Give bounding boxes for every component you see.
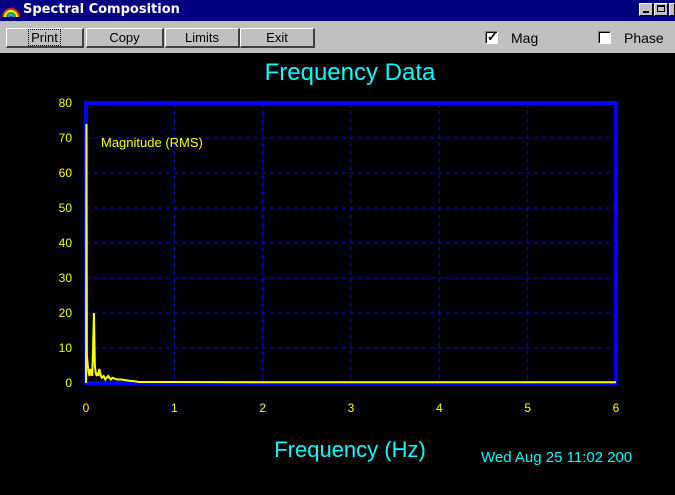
x-tick-label: 3: [348, 401, 355, 415]
y-tick-label: 0: [65, 376, 72, 390]
window-title: Spectral Composition: [23, 2, 180, 17]
mag-checkbox-box[interactable]: ✓: [485, 29, 498, 44]
maximize-icon: [657, 5, 665, 12]
y-tick-label: 50: [59, 201, 73, 215]
print-button[interactable]: Print: [6, 28, 84, 48]
minimize-button[interactable]: [639, 3, 653, 16]
spectral-composition-window: Spectral Composition Print Copy Limits E…: [0, 0, 675, 495]
phase-checkbox-label[interactable]: Phase: [624, 30, 664, 46]
print-button-label: Print: [28, 29, 61, 46]
y-tick-label: 60: [59, 166, 73, 180]
y-tick-label: 80: [59, 96, 73, 110]
checkmark-icon: ✓: [487, 29, 498, 44]
x-tick-label: 5: [524, 401, 531, 415]
x-axis-ticks: 0 1 2 3 4 5 6: [83, 401, 620, 415]
mag-checkbox[interactable]: ✓ Mag: [485, 29, 565, 47]
y-tick-label: 40: [59, 236, 73, 250]
toolbar: Print Copy Limits Exit ✓ Mag Phase: [0, 21, 675, 53]
y-tick-label: 20: [59, 306, 73, 320]
chart-title: Frequency Data: [265, 59, 436, 86]
rainbow-icon: [2, 8, 20, 18]
copy-button[interactable]: Copy: [86, 28, 164, 48]
x-tick-label: 1: [171, 401, 178, 415]
x-tick-label: 6: [613, 401, 620, 415]
x-tick-label: 2: [259, 401, 266, 415]
y-axis-ticks: 0 10 20 30 40 50 60 70 80: [59, 96, 73, 390]
x-tick-label: 0: [83, 401, 90, 415]
series-label: Magnitude (RMS): [101, 135, 203, 150]
exit-button[interactable]: Exit: [240, 28, 315, 48]
maximize-button[interactable]: [654, 3, 668, 16]
plot-area: Frequency Data 0 10 20 30 40 50 60 70 80 0 1 2 3 4 5 6…: [0, 53, 675, 495]
close-button[interactable]: [669, 3, 675, 16]
title-bar[interactable]: Spectral Composition: [0, 0, 675, 21]
timestamp: Wed Aug 25 11:02 200: [481, 449, 632, 466]
x-tick-label: 4: [436, 401, 443, 415]
phase-checkbox-box[interactable]: [598, 31, 611, 44]
frequency-chart: Frequency Data 0 10 20 30 40 50 60 70 80 0 1 2 3 4 5 6…: [59, 59, 633, 466]
y-tick-label: 70: [59, 131, 73, 145]
minimize-icon: [643, 11, 649, 13]
y-tick-label: 10: [59, 341, 73, 355]
phase-checkbox[interactable]: Phase: [598, 29, 675, 47]
limits-button[interactable]: Limits: [165, 28, 240, 48]
x-axis-label: Frequency (Hz): [274, 437, 426, 462]
mag-checkbox-label[interactable]: Mag: [511, 30, 538, 46]
y-tick-label: 30: [59, 271, 73, 285]
